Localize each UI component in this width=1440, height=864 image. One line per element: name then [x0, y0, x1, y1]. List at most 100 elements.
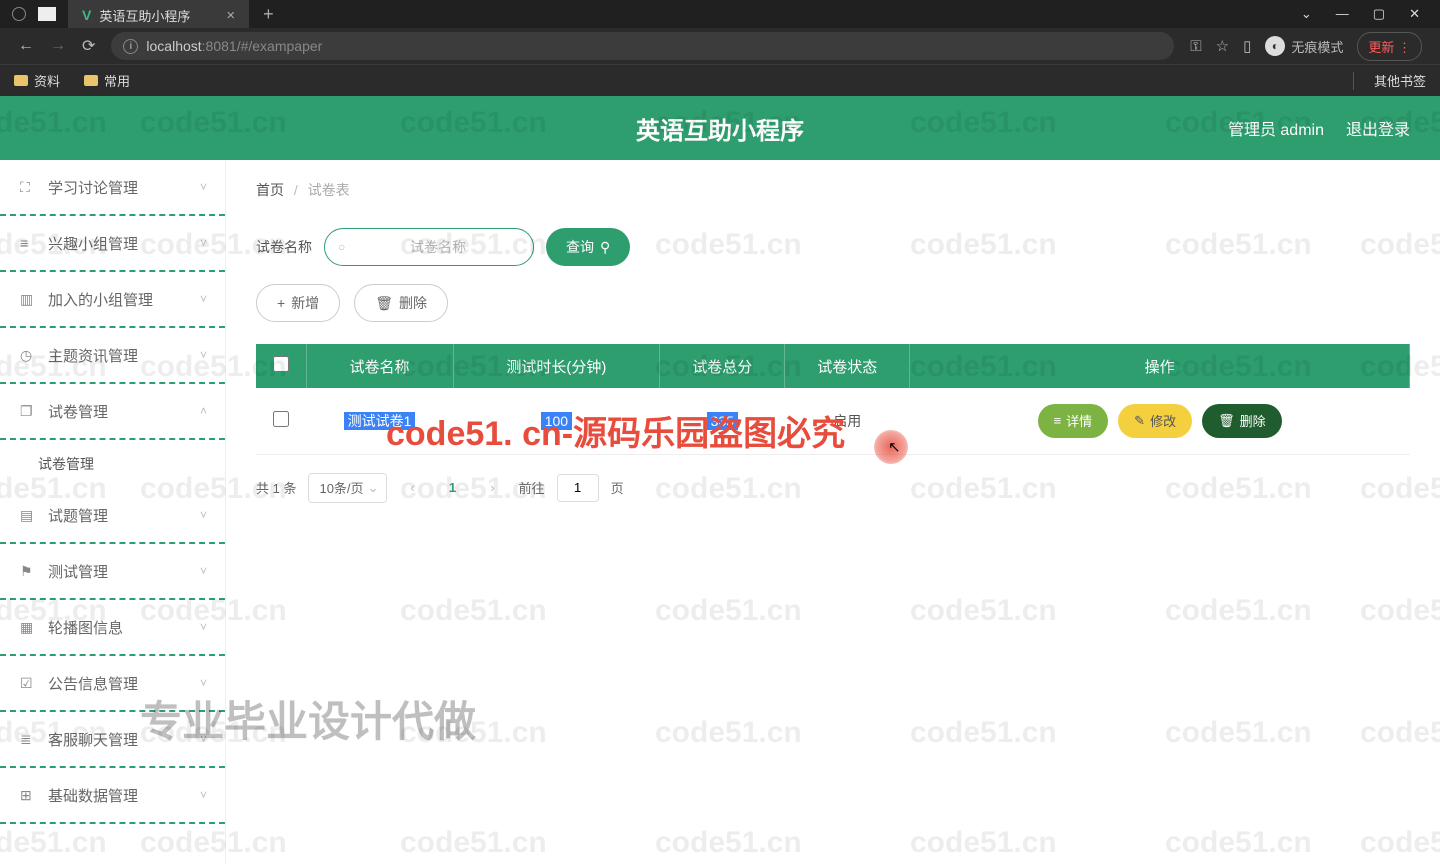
sidebar-item-4[interactable]: ❐ 试卷管理 ˄ [0, 384, 225, 440]
tab-icon-2[interactable] [38, 7, 56, 21]
search-icon: ⚲ [600, 239, 610, 256]
back-button[interactable]: ← [10, 37, 42, 55]
app: 英语互助小程序 管理员 admin 退出登录 ⛶学习讨论管理˅≡兴趣小组管理˅▥… [0, 96, 1440, 864]
filter-label: 试卷名称 [256, 237, 312, 257]
chevron-icon: ˅ [200, 508, 207, 522]
chevron-icon: ˄ [200, 404, 207, 418]
next-page-button[interactable]: › [479, 474, 507, 502]
paper-name-input[interactable] [324, 228, 534, 266]
filter-row: 试卷名称 ○ 查询 ⚲ [256, 228, 1410, 266]
cell-total: 335 [660, 388, 785, 454]
tab-icon-1[interactable] [12, 7, 26, 21]
logout-link[interactable]: 退出登录 [1346, 116, 1410, 140]
chevron-icon: ˅ [200, 236, 207, 250]
bookmark-item-0[interactable]: 资料 [14, 71, 60, 90]
url-rest: :8081/#/exampaper [202, 38, 323, 54]
other-bookmarks[interactable]: 其他书签 [1368, 71, 1426, 90]
total-count: 共 1 条 [256, 478, 296, 497]
menu-icon: ▤ [20, 507, 36, 524]
breadcrumb-home[interactable]: 首页 [256, 182, 284, 198]
admin-label[interactable]: 管理员 admin [1228, 116, 1324, 140]
page-suffix: 页 [611, 478, 624, 497]
vue-favicon-icon: V [82, 7, 91, 23]
minimize-icon[interactable]: — [1336, 6, 1349, 22]
sidebar-item-0[interactable]: ⛶ 学习讨论管理 ˅ [0, 160, 225, 216]
menu-label: 基础数据管理 [48, 785, 138, 806]
goto-label: 前往 [519, 478, 545, 497]
delete-button[interactable]: 🗑删除 [354, 284, 448, 322]
menu-label: 试题管理 [48, 505, 108, 526]
chevron-icon: ˅ [200, 732, 207, 746]
row-checkbox[interactable] [273, 411, 289, 427]
sidebar-item-1[interactable]: ≡ 兴趣小组管理 ˅ [0, 216, 225, 272]
url-host: localhost [146, 38, 201, 54]
forward-button[interactable]: → [42, 37, 74, 55]
page-jump-input[interactable] [557, 474, 599, 502]
close-window-icon[interactable]: ✕ [1409, 6, 1420, 22]
page-size-select[interactable]: 10条/页 [308, 473, 386, 503]
sidebar-item-7[interactable]: ▦轮播图信息˅ [0, 600, 225, 656]
page-number[interactable]: 1 [439, 474, 467, 502]
bookmark-star-icon[interactable]: ☆ [1216, 37, 1229, 55]
extensions-icon[interactable]: ▯ [1243, 37, 1251, 55]
menu-label: 学习讨论管理 [48, 177, 138, 198]
sidebar-item-9[interactable]: ≣客服聊天管理˅ [0, 712, 225, 768]
cell-duration: 100 [453, 388, 660, 454]
new-tab-button[interactable]: + [263, 4, 274, 25]
trash-icon: 🗑 [1218, 413, 1235, 429]
menu-label: 加入的小组管理 [48, 289, 153, 310]
chevron-down-icon[interactable]: ⌄ [1301, 6, 1312, 22]
col-header-0 [256, 344, 306, 388]
chevron-icon: ˅ [200, 292, 207, 306]
bookmarks-bar: 资料 常用 其他书签 [0, 64, 1440, 96]
col-header-5: 操作 [910, 344, 1410, 388]
prev-page-button[interactable]: ‹ [399, 474, 427, 502]
url-input[interactable]: i localhost:8081/#/exampaper [111, 32, 1174, 60]
menu-icon: ▥ [20, 291, 36, 308]
menu-label: 试卷管理 [48, 401, 108, 422]
sidebar-item-8[interactable]: ☑公告信息管理˅ [0, 656, 225, 712]
window-controls: ⌄ — ▢ ✕ [1301, 6, 1440, 22]
sidebar-item-3[interactable]: ◷主题资讯管理˅ [0, 328, 225, 384]
menu-icon: ▦ [20, 619, 36, 636]
sidebar-item-6[interactable]: ⚑测试管理˅ [0, 544, 225, 600]
menu-icon: ⊞ [20, 787, 36, 804]
chevron-icon: ˅ [200, 180, 207, 194]
bookmark-item-1[interactable]: 常用 [84, 71, 130, 90]
folder-icon [84, 75, 98, 86]
tab-bar: V 英语互助小程序 × + ⌄ — ▢ ✕ [0, 0, 1440, 28]
site-info-icon[interactable]: i [123, 39, 138, 54]
menu-icon: ≣ [20, 731, 36, 748]
browser-chrome: V 英语互助小程序 × + ⌄ — ▢ ✕ ← → ⟳ i localhost:… [0, 0, 1440, 96]
add-button[interactable]: +新增 [256, 284, 340, 322]
browser-tab[interactable]: V 英语互助小程序 × [68, 0, 249, 28]
search-button[interactable]: 查询 ⚲ [546, 228, 630, 266]
reload-button[interactable]: ⟳ [74, 36, 103, 56]
edit-icon: ✎ [1134, 413, 1145, 429]
update-button[interactable]: 更新 ⋮ [1357, 32, 1422, 61]
menu-icon: ❐ [20, 403, 36, 420]
sidebar-item-5[interactable]: ▤ 试题管理 ˅ [0, 488, 225, 544]
incognito-icon: ◐ [1265, 36, 1285, 56]
password-key-icon[interactable]: ⚿ [1190, 38, 1201, 55]
edit-button[interactable]: ✎修改 [1118, 404, 1192, 438]
menu-icon: ⛶ [20, 179, 36, 196]
sidebar-item-2[interactable]: ▥ 加入的小组管理 ˅ [0, 272, 225, 328]
menu-label: 兴趣小组管理 [48, 233, 138, 254]
row-delete-button[interactable]: 🗑删除 [1202, 404, 1282, 438]
sidebar-subitem[interactable]: 试卷管理 [0, 440, 225, 488]
app-title: 英语互助小程序 [636, 111, 804, 146]
sidebar-item-10[interactable]: ⊞基础数据管理˅ [0, 768, 225, 824]
col-header-2: 测试时长(分钟) [453, 344, 660, 388]
close-tab-icon[interactable]: × [226, 7, 235, 24]
cell-status: 启用 [785, 388, 910, 454]
menu-label: 测试管理 [48, 561, 108, 582]
select-all-checkbox[interactable] [273, 356, 289, 372]
detail-button[interactable]: ≡详情 [1038, 404, 1109, 438]
menu-icon: ≡ [20, 235, 36, 251]
maximize-icon[interactable]: ▢ [1373, 6, 1385, 22]
folder-icon [14, 75, 28, 86]
sidebar: ⛶ 学习讨论管理 ˅ ≡ 兴趣小组管理 ˅ ▥ 加入的小组管理 ˅ ◷主题资讯管理˅ ❐ 试卷管理 ˄ 试… [0, 160, 226, 864]
menu-icon: ◷ [20, 347, 36, 364]
list-icon: ≡ [1054, 413, 1062, 428]
